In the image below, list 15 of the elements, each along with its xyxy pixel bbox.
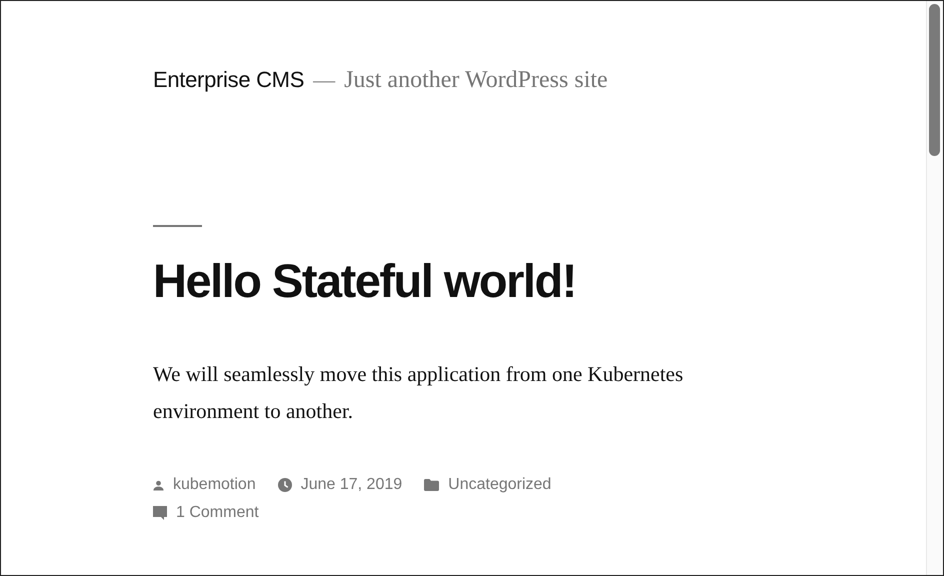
title-separator: — bbox=[313, 67, 336, 93]
site-title[interactable]: Enterprise CMS bbox=[153, 67, 304, 93]
clock-icon bbox=[278, 478, 292, 492]
speech-bubble-icon bbox=[153, 506, 167, 520]
person-icon bbox=[153, 480, 164, 490]
post-comments-link[interactable]: 1 Comment bbox=[176, 503, 259, 523]
scrollbar-thumb[interactable] bbox=[929, 4, 940, 156]
post-category-link[interactable]: Uncategorized bbox=[448, 475, 552, 495]
site-tagline: Just another WordPress site bbox=[344, 67, 608, 94]
post-title: Hello Stateful world! bbox=[153, 253, 577, 309]
folder-icon bbox=[424, 479, 440, 491]
scrollbar[interactable] bbox=[926, 1, 943, 575]
post-author-link[interactable]: kubemotion bbox=[173, 475, 256, 495]
post-date-link[interactable]: June 17, 2019 bbox=[300, 475, 402, 495]
post-body: We will seamlessly move this application from one Kubernetes environment to another. bbox=[153, 361, 684, 425]
